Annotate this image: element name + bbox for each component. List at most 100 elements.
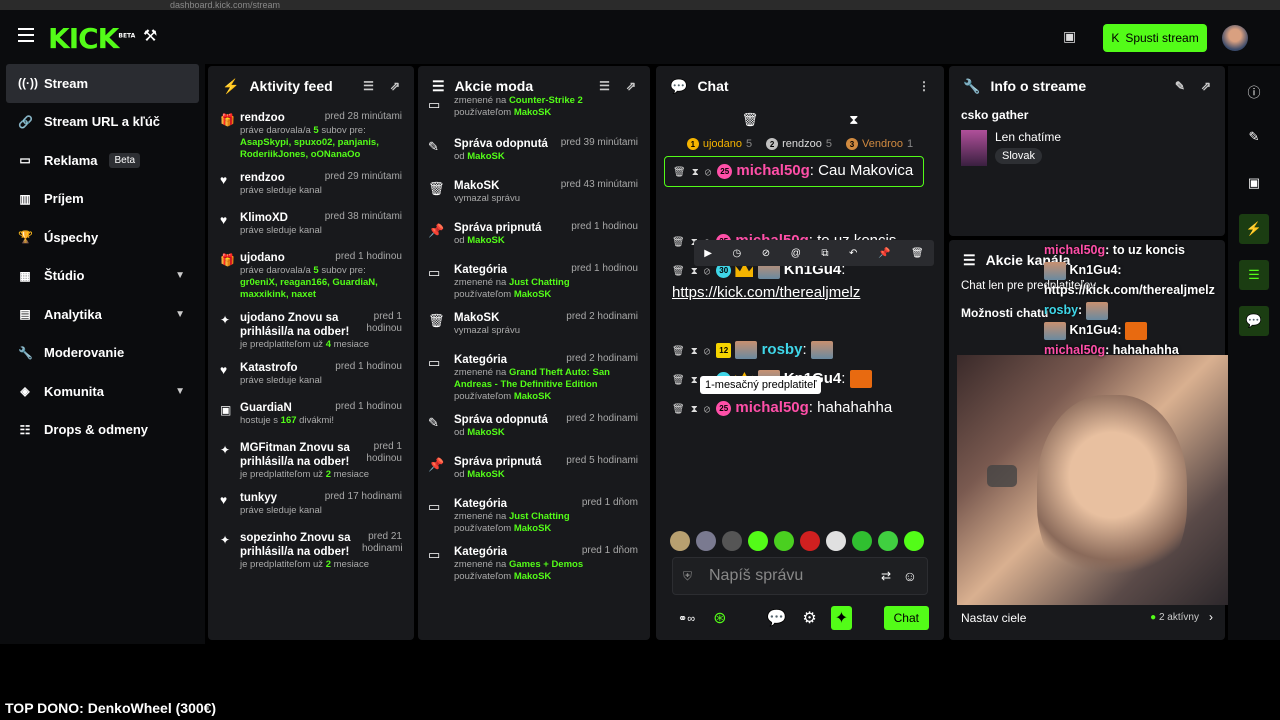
emote[interactable] bbox=[826, 531, 846, 551]
pin-icon[interactable]: 📌 bbox=[878, 248, 890, 259]
lightning-icon[interactable]: ⚡ bbox=[1239, 214, 1269, 244]
info-icon[interactable]: ⓘ bbox=[1239, 76, 1269, 106]
sidebar-item-stream[interactable]: ((·)) Stream bbox=[6, 64, 199, 103]
emote[interactable] bbox=[670, 531, 690, 551]
chat-icon[interactable]: 💬 bbox=[1239, 306, 1269, 336]
chevron-right-icon[interactable]: › bbox=[1209, 610, 1213, 624]
mod-action-item[interactable]: ▭ zmenené na Counter-Strike 2 používateľom… bbox=[418, 90, 650, 132]
edit-icon[interactable]: ✎ bbox=[1239, 122, 1269, 152]
url[interactable]: dashboard.kick.com/stream bbox=[170, 0, 280, 10]
top-bar: KICKBETA ⚒ ▣ K Spusti stream bbox=[0, 10, 1280, 64]
mod-icon: ✎ bbox=[428, 139, 439, 154]
mod-icon: 📌 bbox=[428, 223, 445, 238]
trash-icon[interactable]: 🗑 bbox=[911, 248, 924, 259]
sidebar-item-url[interactable]: 🔗 Stream URL a kľúč bbox=[0, 103, 205, 142]
mod-action-item[interactable]: 🗑 MakoSK vymazal správu pred 43 minútami bbox=[418, 174, 650, 216]
activity-detail: práve darovala/a 5 subov pre: bbox=[240, 265, 366, 276]
hourglass-icon[interactable]: ⧗ bbox=[849, 112, 858, 128]
activity-item[interactable]: ▣ GuardiaN hostuje s 167 divákmi! pred 1 ho… bbox=[208, 396, 414, 436]
mod-action-item[interactable]: ▭ Kategória zmenené na Just Chatting použív… bbox=[418, 258, 650, 306]
emote[interactable] bbox=[748, 531, 768, 551]
popout-icon[interactable]: ⇗ bbox=[390, 79, 400, 93]
mod-action-item[interactable]: ✎ Správa odopnutá od MakoSK pred 2 hodinami bbox=[418, 408, 650, 450]
mod-action-item[interactable]: ▭ Kategória zmenené na Grand Theft Auto: S… bbox=[418, 348, 650, 408]
activity-icon: ♥ bbox=[220, 213, 228, 227]
go-live-button[interactable]: K Spusti stream bbox=[1103, 24, 1207, 52]
mention-icon[interactable]: @ bbox=[791, 248, 801, 259]
emote[interactable] bbox=[904, 531, 924, 551]
category-name: Len chatíme bbox=[995, 130, 1062, 144]
mod-time: pred 5 hodinami bbox=[566, 455, 638, 466]
trash-icon[interactable]: 🗑 bbox=[742, 112, 759, 128]
sidebar-item-community[interactable]: ◈ Komunita ▼ bbox=[0, 372, 205, 411]
activity-item[interactable]: ✦ MGFitman Znovu sa prihlásil/a na odber!… bbox=[208, 436, 414, 486]
chevron-down-icon: ▼ bbox=[175, 385, 185, 397]
chat-message[interactable]: 🗑⧗⊘ 25 michal50g: Cau Makovica bbox=[664, 156, 924, 187]
avatar[interactable] bbox=[1222, 25, 1248, 51]
emote[interactable] bbox=[800, 531, 820, 551]
activity-item[interactable]: 🎁 rendzoo práve darovala/a 5 subov pre: Asa… bbox=[208, 106, 414, 166]
activity-item[interactable]: ♥ tunkyy práve sleduje kanal pred 17 hodina… bbox=[208, 486, 414, 526]
chat-bubble-icon[interactable]: 💬 bbox=[766, 608, 786, 628]
kick-logo[interactable]: KICKBETA bbox=[48, 22, 135, 55]
activity-item[interactable]: ✦ ujodano Znovu sa prihlásil/a na odber! j… bbox=[208, 306, 414, 356]
hide-icon[interactable]: ⊘ bbox=[762, 248, 770, 259]
activity-item[interactable]: ♥ KlimoXD práve sleduje kanal pred 38 minút… bbox=[208, 206, 414, 246]
emote[interactable] bbox=[878, 531, 898, 551]
emote[interactable] bbox=[722, 531, 742, 551]
sidebar-item-studio[interactable]: ▦ Štúdio ▼ bbox=[0, 257, 205, 296]
translate-icon[interactable]: ⇄ bbox=[881, 569, 891, 583]
more-icon[interactable]: ⋮ bbox=[918, 79, 930, 93]
emote[interactable] bbox=[852, 531, 872, 551]
send-chat-button[interactable]: Chat bbox=[883, 606, 929, 630]
emote[interactable] bbox=[696, 531, 716, 551]
chat-input[interactable]: ⛨ Napíš správu ⇄ ☺ bbox=[672, 557, 928, 595]
undo-icon[interactable]: ↶ bbox=[849, 248, 857, 259]
edit-icon[interactable]: ✎ bbox=[1175, 79, 1185, 93]
sidebar-item-ads[interactable]: ▭ Reklama Beta bbox=[0, 141, 205, 180]
tooltip: 1-mesačný predplatiteľ bbox=[700, 376, 822, 394]
chevron-down-icon: ▼ bbox=[175, 308, 185, 320]
clock-icon[interactable]: ◷ bbox=[733, 248, 742, 259]
mask-icon[interactable]: ▣ bbox=[1063, 28, 1076, 45]
activity-item[interactable]: ♥ Katastrofo práve sleduje kanal pred 1 hod… bbox=[208, 356, 414, 396]
mod-action-item[interactable]: 🗑 MakoSK vymazal správu pred 2 hodinami bbox=[418, 306, 650, 348]
emote[interactable] bbox=[774, 531, 794, 551]
play-icon[interactable]: ▶ bbox=[704, 248, 712, 259]
activity-icon: ♥ bbox=[220, 363, 228, 377]
activity-item[interactable]: ✦ sopezinho Znovu sa prihlásil/a na odber… bbox=[208, 526, 414, 576]
mod-action-item[interactable]: ✎ Správa odopnutá od MakoSK pred 39 minútam… bbox=[418, 132, 650, 174]
wrench-icon: 🔧 bbox=[18, 345, 33, 360]
info-header: 🔧 Info o streame ✎ ⇗ bbox=[949, 66, 1225, 106]
list-icon[interactable]: ☰ bbox=[1239, 260, 1269, 290]
mod-list: ▭ zmenené na Counter-Strike 2 používateľom… bbox=[418, 90, 650, 588]
sidebar-item-analytics[interactable]: ▤ Analytika ▼ bbox=[0, 295, 205, 334]
sidebar-item-revenue[interactable]: ▥ Príjem bbox=[0, 180, 205, 219]
mod-action-item[interactable]: 📌 Správa pripnutá od MakoSK pred 1 hodinou bbox=[418, 216, 650, 258]
kick-icon[interactable]: ⊛ bbox=[713, 608, 726, 628]
copy-icon[interactable]: ⧉ bbox=[821, 248, 828, 259]
chat-message[interactable]: 🗑⧗⊘ 12 rosby: bbox=[656, 336, 944, 365]
sidebar-item-moderation[interactable]: 🔧 Moderovanie bbox=[0, 334, 205, 373]
popout-icon[interactable]: ⇗ bbox=[1201, 79, 1211, 93]
users-icon[interactable]: ⚭∞ bbox=[678, 612, 695, 625]
hammer-icon[interactable]: ⚒ bbox=[143, 26, 157, 46]
emoji-icon[interactable]: ☺ bbox=[903, 568, 917, 584]
mod-action-item[interactable]: ▭ Kategória zmenené na Just Chatting použív… bbox=[418, 492, 650, 540]
sidebar-item-achievements[interactable]: 🏆 Úspechy bbox=[0, 218, 205, 257]
bot-icon[interactable]: ✦ bbox=[830, 606, 853, 630]
activity-detail: hostuje s 167 divákmi! bbox=[240, 415, 335, 426]
filter-icon[interactable]: ☰ bbox=[363, 79, 374, 93]
menu-icon[interactable] bbox=[18, 28, 34, 42]
chat-message[interactable]: 🗑⧗⊘ 25 michal50g: hahahahha bbox=[656, 394, 944, 423]
chat-link[interactable]: https://kick.com/therealjmelz bbox=[672, 284, 860, 301]
mod-action-item[interactable]: 📌 Správa pripnutá od MakoSK pred 5 hodinami bbox=[418, 450, 650, 492]
mod-actions-icon[interactable]: 🗑⧗⊘ bbox=[673, 167, 717, 178]
screen-icon[interactable]: ▣ bbox=[1239, 168, 1269, 198]
sidebar-item-drops[interactable]: ☷ Drops & odmeny bbox=[0, 411, 205, 450]
set-goals[interactable]: Nastav ciele bbox=[961, 611, 1026, 625]
activity-item[interactable]: 🎁 ujodano práve darovala/a 5 subov pre: gr0… bbox=[208, 246, 414, 306]
activity-item[interactable]: ♥ rendzoo práve sleduje kanal pred 29 minút… bbox=[208, 166, 414, 206]
mod-action-item[interactable]: ▭ Kategória zmenené na Games + Demos použív… bbox=[418, 540, 650, 588]
gear-icon[interactable]: ⚙ bbox=[802, 608, 816, 628]
